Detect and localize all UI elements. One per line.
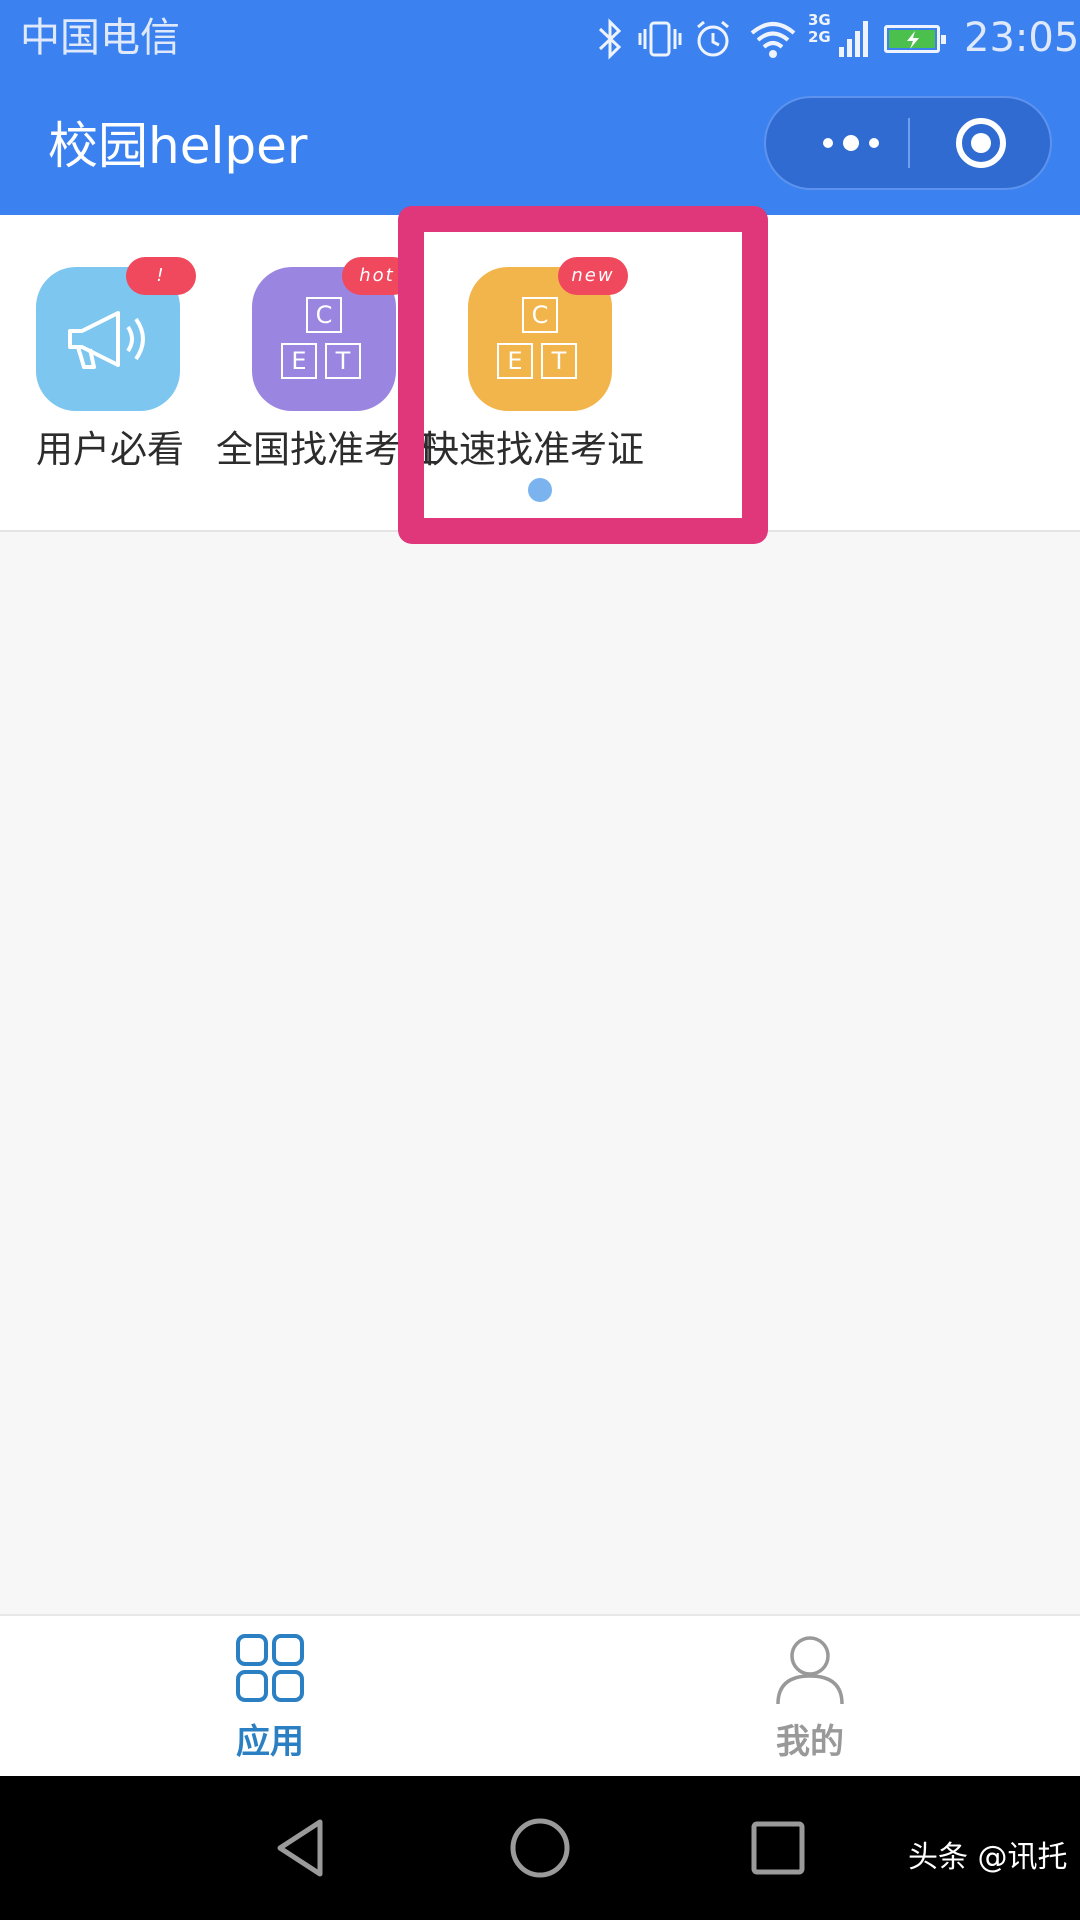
- tab-label: 我的: [776, 1722, 844, 1762]
- status-bar: 中国电信 3G 2G 23:05: [0, 0, 1080, 76]
- vibrate-icon: [636, 14, 684, 64]
- grid-apps-icon: [236, 1634, 304, 1702]
- cet-keys-icon: C E T: [281, 297, 367, 383]
- recent-square-icon[interactable]: [746, 1816, 810, 1880]
- alarm-icon: [690, 14, 736, 64]
- back-triangle-icon[interactable]: [270, 1816, 334, 1880]
- bluetooth-icon: [592, 14, 628, 64]
- network-type-label: 3G 2G: [808, 11, 831, 46]
- megaphone-icon: [68, 311, 145, 369]
- user-profile-icon: [776, 1636, 844, 1705]
- tab-label: 应用: [236, 1722, 304, 1762]
- wifi-icon: [746, 14, 800, 64]
- battery-charging-icon: [884, 25, 946, 53]
- page-title: 校园helper: [48, 117, 308, 175]
- signal-icon: [836, 14, 872, 64]
- home-circle-icon[interactable]: [508, 1816, 572, 1880]
- miniprogram-capsule: [764, 96, 1052, 190]
- more-dots-icon[interactable]: [806, 98, 896, 188]
- capsule-divider: [908, 118, 910, 168]
- watermark: 头条 @讯托: [908, 1840, 1068, 1875]
- target-circle-icon[interactable]: [954, 116, 1008, 170]
- tab-mine[interactable]: 我的: [730, 1632, 890, 1766]
- app-header: 中国电信 3G 2G 23:05 校园helper: [0, 0, 1080, 215]
- badge-notice: !: [126, 257, 196, 295]
- clock-label: 23:05: [964, 15, 1080, 61]
- tab-apps[interactable]: 应用: [190, 1632, 350, 1766]
- carrier-label: 中国电信: [20, 15, 180, 61]
- bottom-tab-bar: 应用 我的: [0, 1614, 1080, 1778]
- page-indicator-dot: [528, 478, 552, 502]
- highlight-box: [398, 206, 768, 544]
